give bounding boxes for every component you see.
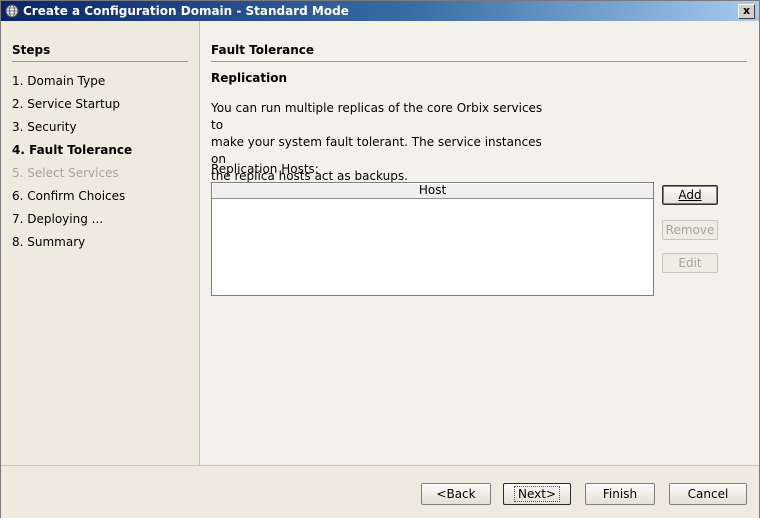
window-title: Create a Configuration Domain - Standard… xyxy=(23,4,349,18)
step-summary: 8. Summary xyxy=(12,235,86,249)
edit-button-label: Edit xyxy=(678,256,702,270)
next-button-label: Next> xyxy=(513,486,560,502)
step-security: 3. Security xyxy=(12,120,77,134)
steps-divider xyxy=(12,61,188,62)
description-line: You can run multiple replicas of the cor… xyxy=(211,101,543,132)
steps-heading: Steps xyxy=(12,43,51,57)
add-button[interactable]: Add xyxy=(662,185,718,205)
step-deploying: 7. Deploying ... xyxy=(12,212,104,226)
edit-button[interactable]: Edit xyxy=(662,253,718,273)
replication-hosts-label: Replication Hosts: xyxy=(211,162,319,176)
section-title: Fault Tolerance xyxy=(211,43,315,57)
back-button[interactable]: <Back xyxy=(421,483,491,505)
section-divider xyxy=(211,61,747,62)
wizard-window: Create a Configuration Domain - Standard… xyxy=(0,0,760,518)
globe-icon xyxy=(5,4,19,18)
cancel-button[interactable]: Cancel xyxy=(669,483,747,505)
step-service-startup: 2. Service Startup xyxy=(12,97,120,111)
column-header-host[interactable]: Host xyxy=(212,183,653,199)
cancel-button-label: Cancel xyxy=(687,487,729,501)
step-confirm-choices: 6. Confirm Choices xyxy=(12,189,126,203)
subsection-title: Replication xyxy=(211,71,288,85)
main-content: Fault Tolerance Replication You can run … xyxy=(200,21,759,465)
add-button-label: Add xyxy=(678,188,702,202)
back-button-label: <Back xyxy=(436,487,476,501)
finish-button-label: Finish xyxy=(602,487,638,501)
replication-hosts-table[interactable]: Host xyxy=(211,182,654,296)
finish-button[interactable]: Finish xyxy=(585,483,655,505)
button-bar: <Back Next> Finish Cancel xyxy=(1,465,759,518)
title-bar[interactable]: Create a Configuration Domain - Standard… xyxy=(1,1,759,21)
step-domain-type: 1. Domain Type xyxy=(12,74,106,88)
steps-panel: Steps 1. Domain Type 2. Service Startup … xyxy=(1,21,200,465)
step-fault-tolerance: 4. Fault Tolerance xyxy=(12,143,133,157)
remove-button-label: Remove xyxy=(665,223,715,237)
step-select-services: 5. Select Services xyxy=(12,166,119,180)
remove-button[interactable]: Remove xyxy=(662,220,718,240)
next-button[interactable]: Next> xyxy=(503,483,571,505)
close-button[interactable]: x xyxy=(738,4,755,19)
